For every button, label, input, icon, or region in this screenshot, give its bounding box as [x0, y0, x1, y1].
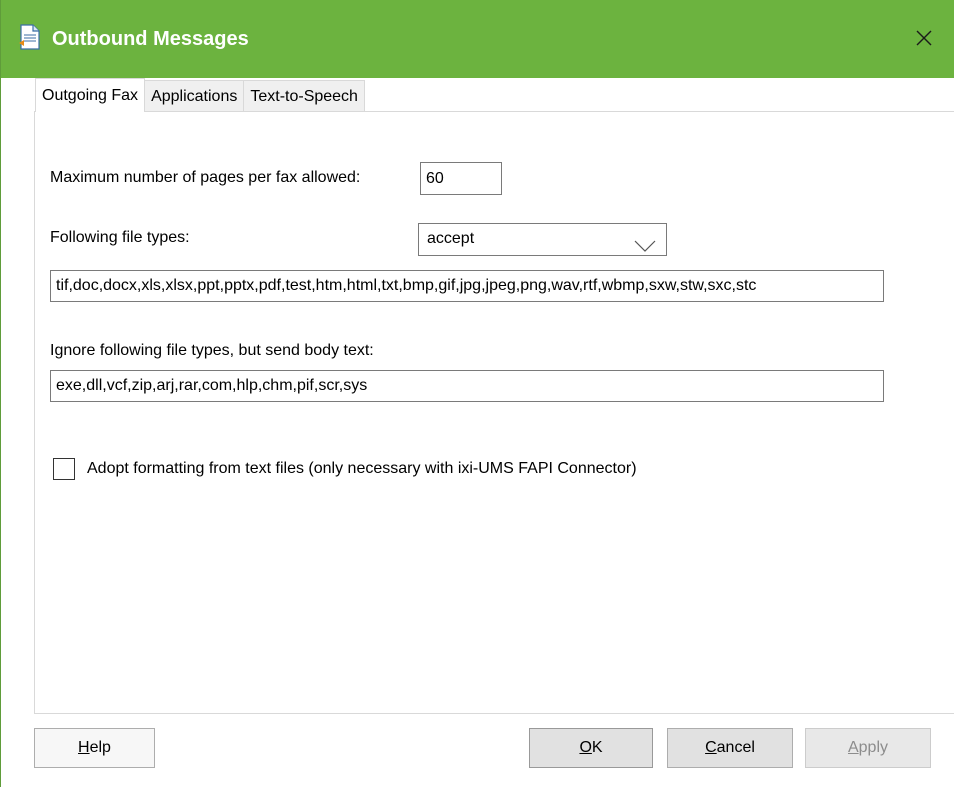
ok-button[interactable]: OK — [529, 728, 653, 768]
window-title: Outbound Messages — [52, 28, 249, 50]
ok-accelerator: O — [579, 739, 592, 756]
tab-applications[interactable]: Applications — [145, 80, 245, 112]
cancel-label-rest: ancel — [716, 739, 755, 756]
ignore-file-types-input[interactable]: exe,dll,vcf,zip,arj,rar,com,hlp,chm,pif,… — [50, 370, 884, 402]
apply-button[interactable]: Apply — [805, 728, 931, 768]
tab-strip: Outgoing Fax Applications Text-to-Speech — [35, 78, 365, 112]
file-types-mode-value: accept — [427, 230, 475, 247]
help-button[interactable]: Help — [34, 728, 155, 768]
close-button[interactable] — [901, 16, 947, 60]
help-accelerator: H — [78, 739, 90, 756]
tab-text-to-speech[interactable]: Text-to-Speech — [244, 80, 365, 112]
title-bar[interactable]: Outbound Messages — [1, 0, 954, 78]
tab-outgoing-fax[interactable]: Outgoing Fax — [35, 78, 146, 112]
adopt-formatting-checkbox[interactable] — [53, 458, 75, 480]
ignore-file-types-label: Ignore following file types, but send bo… — [50, 342, 374, 359]
help-label-rest: elp — [89, 739, 111, 756]
apply-accelerator: A — [847, 739, 859, 756]
adopt-formatting-label[interactable]: Adopt formatting from text files (only n… — [87, 458, 637, 480]
apply-label-rest: pply — [858, 739, 889, 756]
max-pages-label: Maximum number of pages per fax allowed: — [50, 169, 361, 186]
file-types-input[interactable]: tif,doc,docx,xls,xlsx,ppt,pptx,pdf,test,… — [50, 270, 884, 302]
cancel-button[interactable]: Cancel — [667, 728, 793, 768]
ok-label-rest: K — [591, 739, 603, 756]
file-types-mode-select[interactable]: accept — [418, 223, 667, 256]
close-icon — [916, 30, 932, 46]
cancel-accelerator: C — [705, 739, 717, 756]
tab-panel-outgoing-fax — [34, 111, 954, 714]
document-icon — [18, 24, 42, 52]
max-pages-input[interactable]: 60 — [420, 162, 502, 195]
dialog-window: Outbound Messages Outgoing Fax Applicati… — [0, 0, 954, 787]
chevron-down-icon — [634, 233, 656, 263]
file-types-label: Following file types: — [50, 229, 190, 246]
